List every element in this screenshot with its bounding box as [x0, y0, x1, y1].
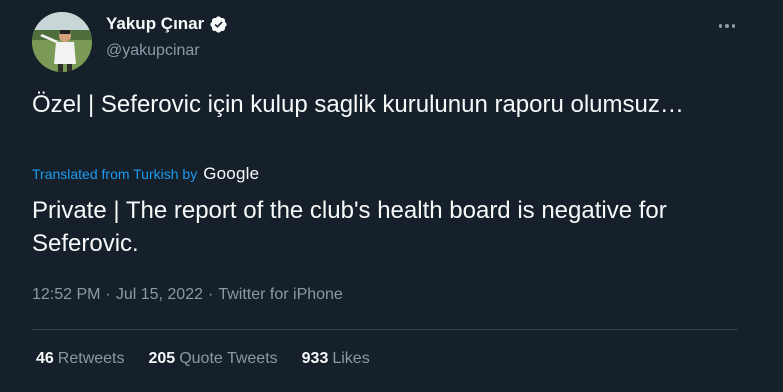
avatar[interactable]: [32, 12, 92, 72]
quote-tweets-stat[interactable]: 205 Quote Tweets: [149, 350, 278, 368]
google-logo: Google: [203, 164, 260, 183]
tweet-date[interactable]: Jul 15, 2022: [116, 286, 203, 304]
author-handle[interactable]: @yakupcinar: [106, 42, 200, 60]
quote-tweets-count: 205: [148, 350, 176, 367]
tweet-time[interactable]: 12:52 PM: [32, 286, 100, 304]
translation-attribution: Translated from Turkish by Google: [32, 164, 259, 184]
tweet-original-text: Özel | Seferovic için kulup saglik kurul…: [32, 91, 684, 118]
translated-from-link[interactable]: Translated from Turkish by: [32, 166, 197, 182]
more-options-icon[interactable]: [712, 14, 742, 38]
retweets-stat[interactable]: 46 Retweets: [36, 350, 125, 368]
author-name-row[interactable]: Yakup Çınar: [106, 14, 228, 34]
more-dot: [731, 24, 736, 28]
tweet-translated-text: Private | The report of the club's healt…: [32, 197, 667, 257]
verified-badge-icon: [210, 15, 227, 33]
likes-stat[interactable]: 933 Likes: [302, 350, 370, 368]
tweet-meta: 12:52 PM · Jul 15, 2022 · Twitter for iP…: [32, 286, 343, 304]
tweet-source[interactable]: Twitter for iPhone: [218, 286, 343, 304]
tweet-detail: Yakup Çınar @yakupcinar Özel | Seferovic…: [0, 0, 783, 392]
likes-count: 933: [301, 350, 329, 367]
retweets-count: 46: [36, 350, 54, 367]
author-display-name[interactable]: Yakup Çınar: [106, 14, 204, 34]
divider: [32, 329, 738, 330]
more-dot: [725, 24, 729, 28]
meta-separator: ·: [208, 286, 214, 303]
quote-tweets-label: Quote Tweets: [179, 350, 278, 367]
tweet-stats: 46 Retweets 205 Quote Tweets 933 Likes: [36, 350, 370, 368]
meta-separator: ·: [105, 286, 111, 303]
likes-label: Likes: [332, 350, 370, 367]
retweets-label: Retweets: [57, 350, 125, 367]
more-dot: [718, 24, 723, 28]
avatar-image: [32, 12, 92, 72]
